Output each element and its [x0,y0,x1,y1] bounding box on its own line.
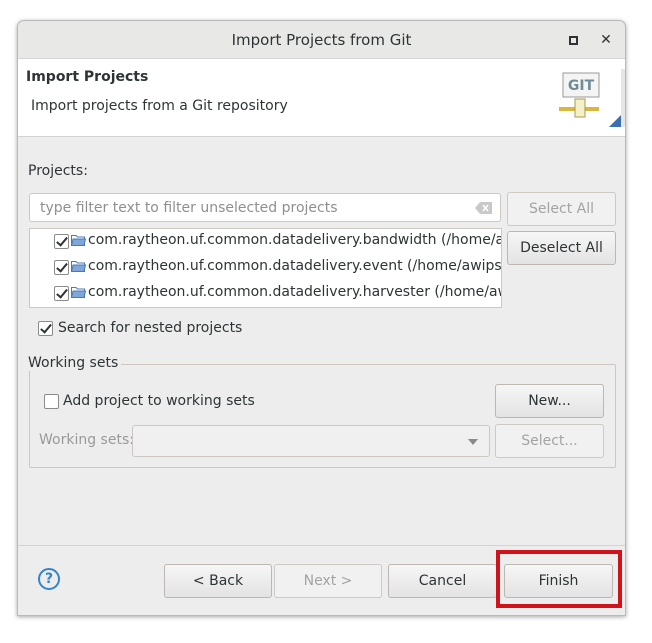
nested-label[interactable]: Search for nested projects [58,320,242,336]
list-item[interactable]: com.raytheon.uf.common.datadelivery.harv… [30,281,501,305]
footer-divider [18,545,625,546]
filter-input[interactable] [38,199,468,217]
close-button[interactable]: ✕ [596,30,616,50]
nested-checkbox[interactable] [38,321,53,336]
folder-icon [71,235,86,246]
project-checkbox[interactable] [54,234,69,249]
window-title: Import Projects from Git [231,31,412,49]
maximize-icon [568,35,578,45]
project-name: com.raytheon.uf.common.datadelivery.harv… [88,284,501,300]
git-logo: GIT [559,69,625,127]
working-sets-combo[interactable] [132,425,490,457]
chevron-down-icon [468,439,478,445]
deselect-all-button[interactable]: Deselect All [507,231,616,265]
working-sets-label: Working sets: [39,432,134,448]
clear-icon[interactable] [475,202,492,214]
add-to-working-sets-label[interactable]: Add project to working sets [63,393,255,409]
wizard-banner: Import Projects Import projects from a G… [18,59,625,137]
new-working-set-button[interactable]: New... [495,384,604,418]
cancel-button[interactable]: Cancel [388,564,497,598]
page-title: Import Projects [26,69,149,85]
select-working-set-button[interactable]: Select... [495,424,604,458]
filter-field[interactable] [29,193,501,222]
help-icon[interactable]: ? [38,568,60,590]
add-to-working-sets-checkbox[interactable] [44,394,59,409]
maximize-button[interactable] [563,30,583,50]
git-logo-text: GIT [568,78,595,94]
folder-icon [71,261,86,272]
working-sets-group-label: Working sets [28,355,122,371]
list-item[interactable]: com.raytheon.uf.common.datadelivery.even… [30,255,501,279]
import-dialog: Import Projects from Git ✕ Import Projec… [17,20,626,616]
project-name: com.raytheon.uf.common.datadelivery.band… [88,232,501,248]
project-checkbox[interactable] [54,286,69,301]
projects-list: com.raytheon.uf.common.datadelivery.band… [29,228,502,308]
list-item[interactable]: com.raytheon.uf.common.datadelivery.band… [30,229,501,253]
finish-highlight-box [496,550,622,608]
close-icon: ✕ [600,32,612,48]
project-checkbox[interactable] [54,260,69,275]
back-button[interactable]: < Back [164,564,272,598]
project-name: com.raytheon.uf.common.datadelivery.even… [88,258,502,274]
title-bar: Import Projects from Git ✕ [18,21,625,59]
next-button[interactable]: Next > [274,564,382,598]
folder-icon [71,287,86,298]
projects-label: Projects: [28,163,88,179]
page-description: Import projects from a Git repository [31,98,288,114]
select-all-button[interactable]: Select All [507,192,616,226]
